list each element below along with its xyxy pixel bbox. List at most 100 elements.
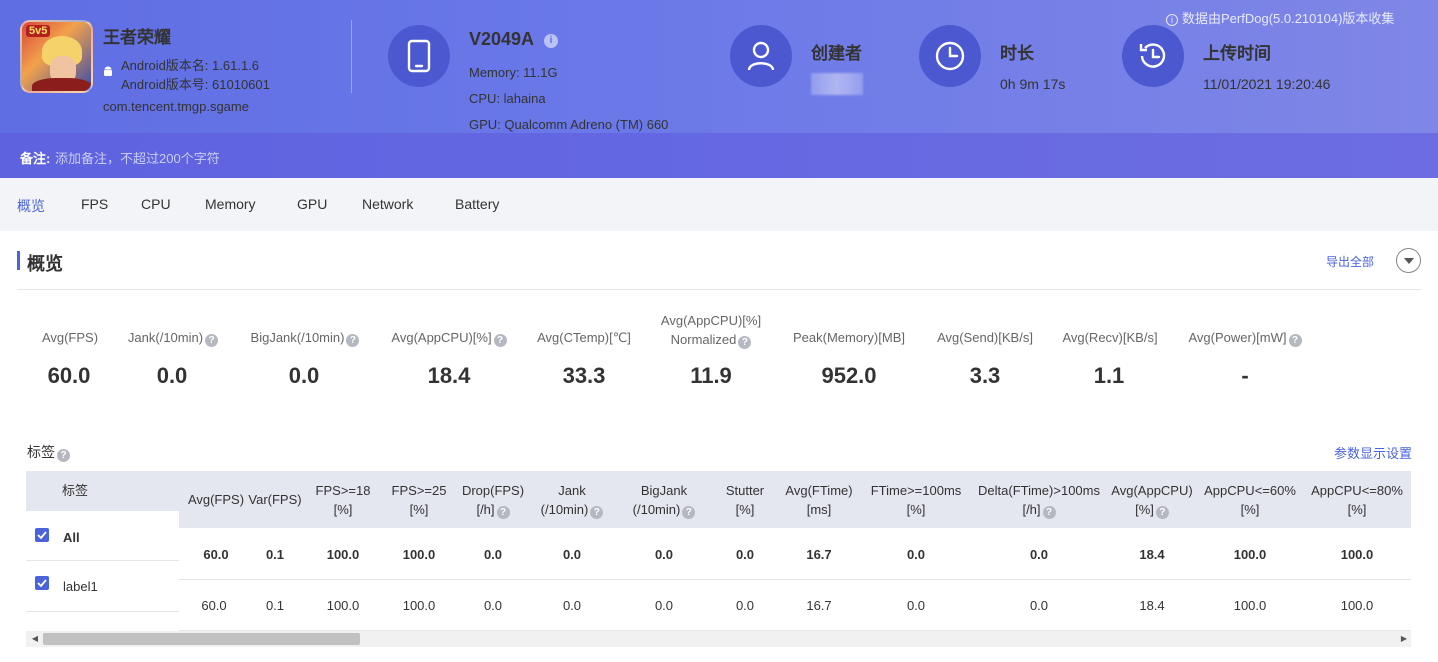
col-header: Avg(FTime) [ms] bbox=[785, 483, 853, 517]
col-header: BigJank (/10min)? bbox=[622, 481, 706, 519]
col-header: Avg(AppCPU) [%]? bbox=[1111, 483, 1193, 519]
row-checkbox-label1[interactable] bbox=[35, 576, 49, 590]
section-divider bbox=[17, 289, 1421, 290]
table-cell: 60.0 bbox=[203, 547, 229, 562]
chevron-down-icon bbox=[1403, 257, 1414, 264]
table-cell: 0.0 bbox=[483, 598, 503, 613]
clock-icon bbox=[919, 25, 981, 87]
export-all-link[interactable]: 导出全部 bbox=[1326, 253, 1374, 270]
upload-title: 上传时间 bbox=[1203, 44, 1271, 63]
help-icon[interactable]: ? bbox=[493, 334, 507, 347]
row-label-all: All bbox=[63, 530, 80, 545]
section-accent bbox=[17, 251, 20, 270]
collect-note: i 数据由PerfDog(5.0.210104)版本收集 bbox=[1166, 8, 1394, 27]
table-cell: 0.0 bbox=[562, 547, 582, 562]
param-settings-link[interactable]: 参数显示设置 bbox=[1334, 443, 1412, 462]
table-cell: 100.0 bbox=[326, 598, 360, 613]
device-memory: Memory: 11.1G bbox=[469, 65, 558, 80]
col-header: Jank (/10min)? bbox=[532, 481, 612, 519]
help-icon[interactable]: ? bbox=[1155, 506, 1169, 519]
help-icon[interactable]: ? bbox=[738, 336, 752, 349]
app-icon: 5v5 bbox=[20, 20, 93, 93]
scrollbar-thumb[interactable] bbox=[43, 633, 360, 645]
stat-label-avg-fps: Avg(FPS) bbox=[41, 330, 99, 345]
tags-title: 标签? bbox=[27, 442, 70, 462]
device-gpu: GPU: Qualcomm Adreno (TM) 660 bbox=[469, 117, 669, 132]
col-header: AppCPU<=80% [%] bbox=[1311, 483, 1403, 517]
stat-value-bigjank: 0.0 bbox=[288, 363, 320, 388]
help-icon[interactable]: ? bbox=[57, 449, 70, 462]
user-icon bbox=[730, 25, 792, 87]
table-cell: 16.7 bbox=[806, 598, 832, 613]
table-cell: 100.0 bbox=[402, 547, 436, 562]
col-header: Var(FPS) bbox=[248, 492, 302, 507]
app-version-code: Android版本号: 61010601 bbox=[121, 77, 270, 92]
help-icon[interactable]: ? bbox=[496, 506, 510, 519]
check-icon bbox=[37, 579, 47, 587]
table-header-tag: 标签 bbox=[62, 483, 89, 498]
table-cell: 100.0 bbox=[1340, 547, 1374, 562]
table-cell: 0.0 bbox=[1029, 598, 1049, 613]
tab-cpu[interactable]: CPU bbox=[141, 196, 171, 212]
tab-battery[interactable]: Battery bbox=[455, 196, 499, 212]
app-version-name: Android版本名: 1.61.1.6 bbox=[121, 58, 260, 73]
tab-fps[interactable]: FPS bbox=[81, 196, 108, 212]
help-icon[interactable]: ? bbox=[1288, 334, 1302, 347]
app-version-info: Android版本名: 1.61.1.6 Android版本号: 6101060… bbox=[121, 56, 270, 94]
stat-value-avg-appcpu: 18.4 bbox=[427, 363, 471, 388]
tab-memory[interactable]: Memory bbox=[205, 196, 256, 212]
history-icon bbox=[1122, 25, 1184, 87]
scroll-left-icon[interactable]: ◀ bbox=[30, 634, 40, 644]
col-header: FTime>=100ms [%] bbox=[870, 483, 962, 517]
android-icon bbox=[104, 66, 112, 76]
tab-overview[interactable]: 概览 bbox=[17, 196, 45, 216]
stat-label-avg-send: Avg(Send)[KB/s] bbox=[937, 330, 1033, 345]
tab-network[interactable]: Network bbox=[362, 196, 413, 212]
row-label-label1: label1 bbox=[63, 579, 98, 594]
help-icon[interactable]: ? bbox=[346, 334, 360, 347]
phone-icon bbox=[388, 25, 450, 87]
table-cell: 0.0 bbox=[735, 547, 755, 562]
upload-value: 11/01/2021 19:20:46 bbox=[1203, 76, 1331, 92]
stat-value-avg-send: 3.3 bbox=[969, 363, 1001, 388]
table-header-left bbox=[26, 471, 179, 511]
table-cell: 0.0 bbox=[1029, 547, 1049, 562]
col-header: FPS>=18 [%] bbox=[315, 483, 371, 517]
table-cell: 60.0 bbox=[201, 598, 227, 613]
duration-title: 时长 bbox=[1000, 44, 1034, 63]
device-cpu: CPU: lahaina bbox=[469, 91, 546, 106]
app-icon-badge: 5v5 bbox=[26, 25, 51, 37]
row-divider bbox=[179, 579, 1411, 580]
stat-value-avg-recv: 1.1 bbox=[1093, 363, 1125, 388]
table-cell: 0.0 bbox=[654, 598, 674, 613]
duration-value: 0h 9m 17s bbox=[1000, 76, 1066, 92]
help-icon[interactable]: ? bbox=[205, 334, 219, 347]
table-cell: 0.0 bbox=[562, 598, 582, 613]
table-cell: 100.0 bbox=[1233, 598, 1267, 613]
help-icon[interactable]: ? bbox=[590, 506, 604, 519]
stat-value-jank: 0.0 bbox=[156, 363, 188, 388]
col-header: Delta(FTime)>100ms [/h]? bbox=[978, 483, 1100, 519]
col-header: Avg(FPS) bbox=[187, 492, 245, 507]
table-cell: 0.1 bbox=[265, 598, 285, 613]
table-cell: 0.0 bbox=[735, 598, 755, 613]
row-checkbox-all[interactable] bbox=[35, 528, 49, 542]
stat-label-appcpu-normalized: Avg(AppCPU)[%] Normalized? bbox=[660, 313, 762, 349]
tab-gpu[interactable]: GPU bbox=[297, 196, 327, 212]
remark-input[interactable]: 添加备注，不超过200个字符 bbox=[55, 148, 220, 167]
expand-button[interactable] bbox=[1396, 248, 1421, 273]
scroll-right-icon[interactable]: ▶ bbox=[1399, 634, 1409, 644]
stat-label-avg-recv: Avg(Recv)[KB/s] bbox=[1062, 330, 1158, 345]
creator-name-blurred bbox=[811, 73, 863, 95]
stat-value-peak-memory: 952.0 bbox=[821, 363, 877, 388]
device-info-icon[interactable]: i bbox=[544, 34, 558, 48]
stat-label-jank: Jank(/10min)? bbox=[123, 330, 223, 347]
table-cell: 0.1 bbox=[265, 547, 285, 562]
help-icon[interactable]: ? bbox=[1042, 506, 1056, 519]
check-icon bbox=[37, 531, 47, 539]
device-model: V2049A bbox=[469, 29, 535, 49]
col-header: AppCPU<=60% [%] bbox=[1204, 483, 1296, 517]
col-header: FPS>=25 [%] bbox=[391, 483, 447, 517]
stat-value-avg-fps: 60.0 bbox=[47, 363, 91, 388]
help-icon[interactable]: ? bbox=[682, 506, 696, 519]
